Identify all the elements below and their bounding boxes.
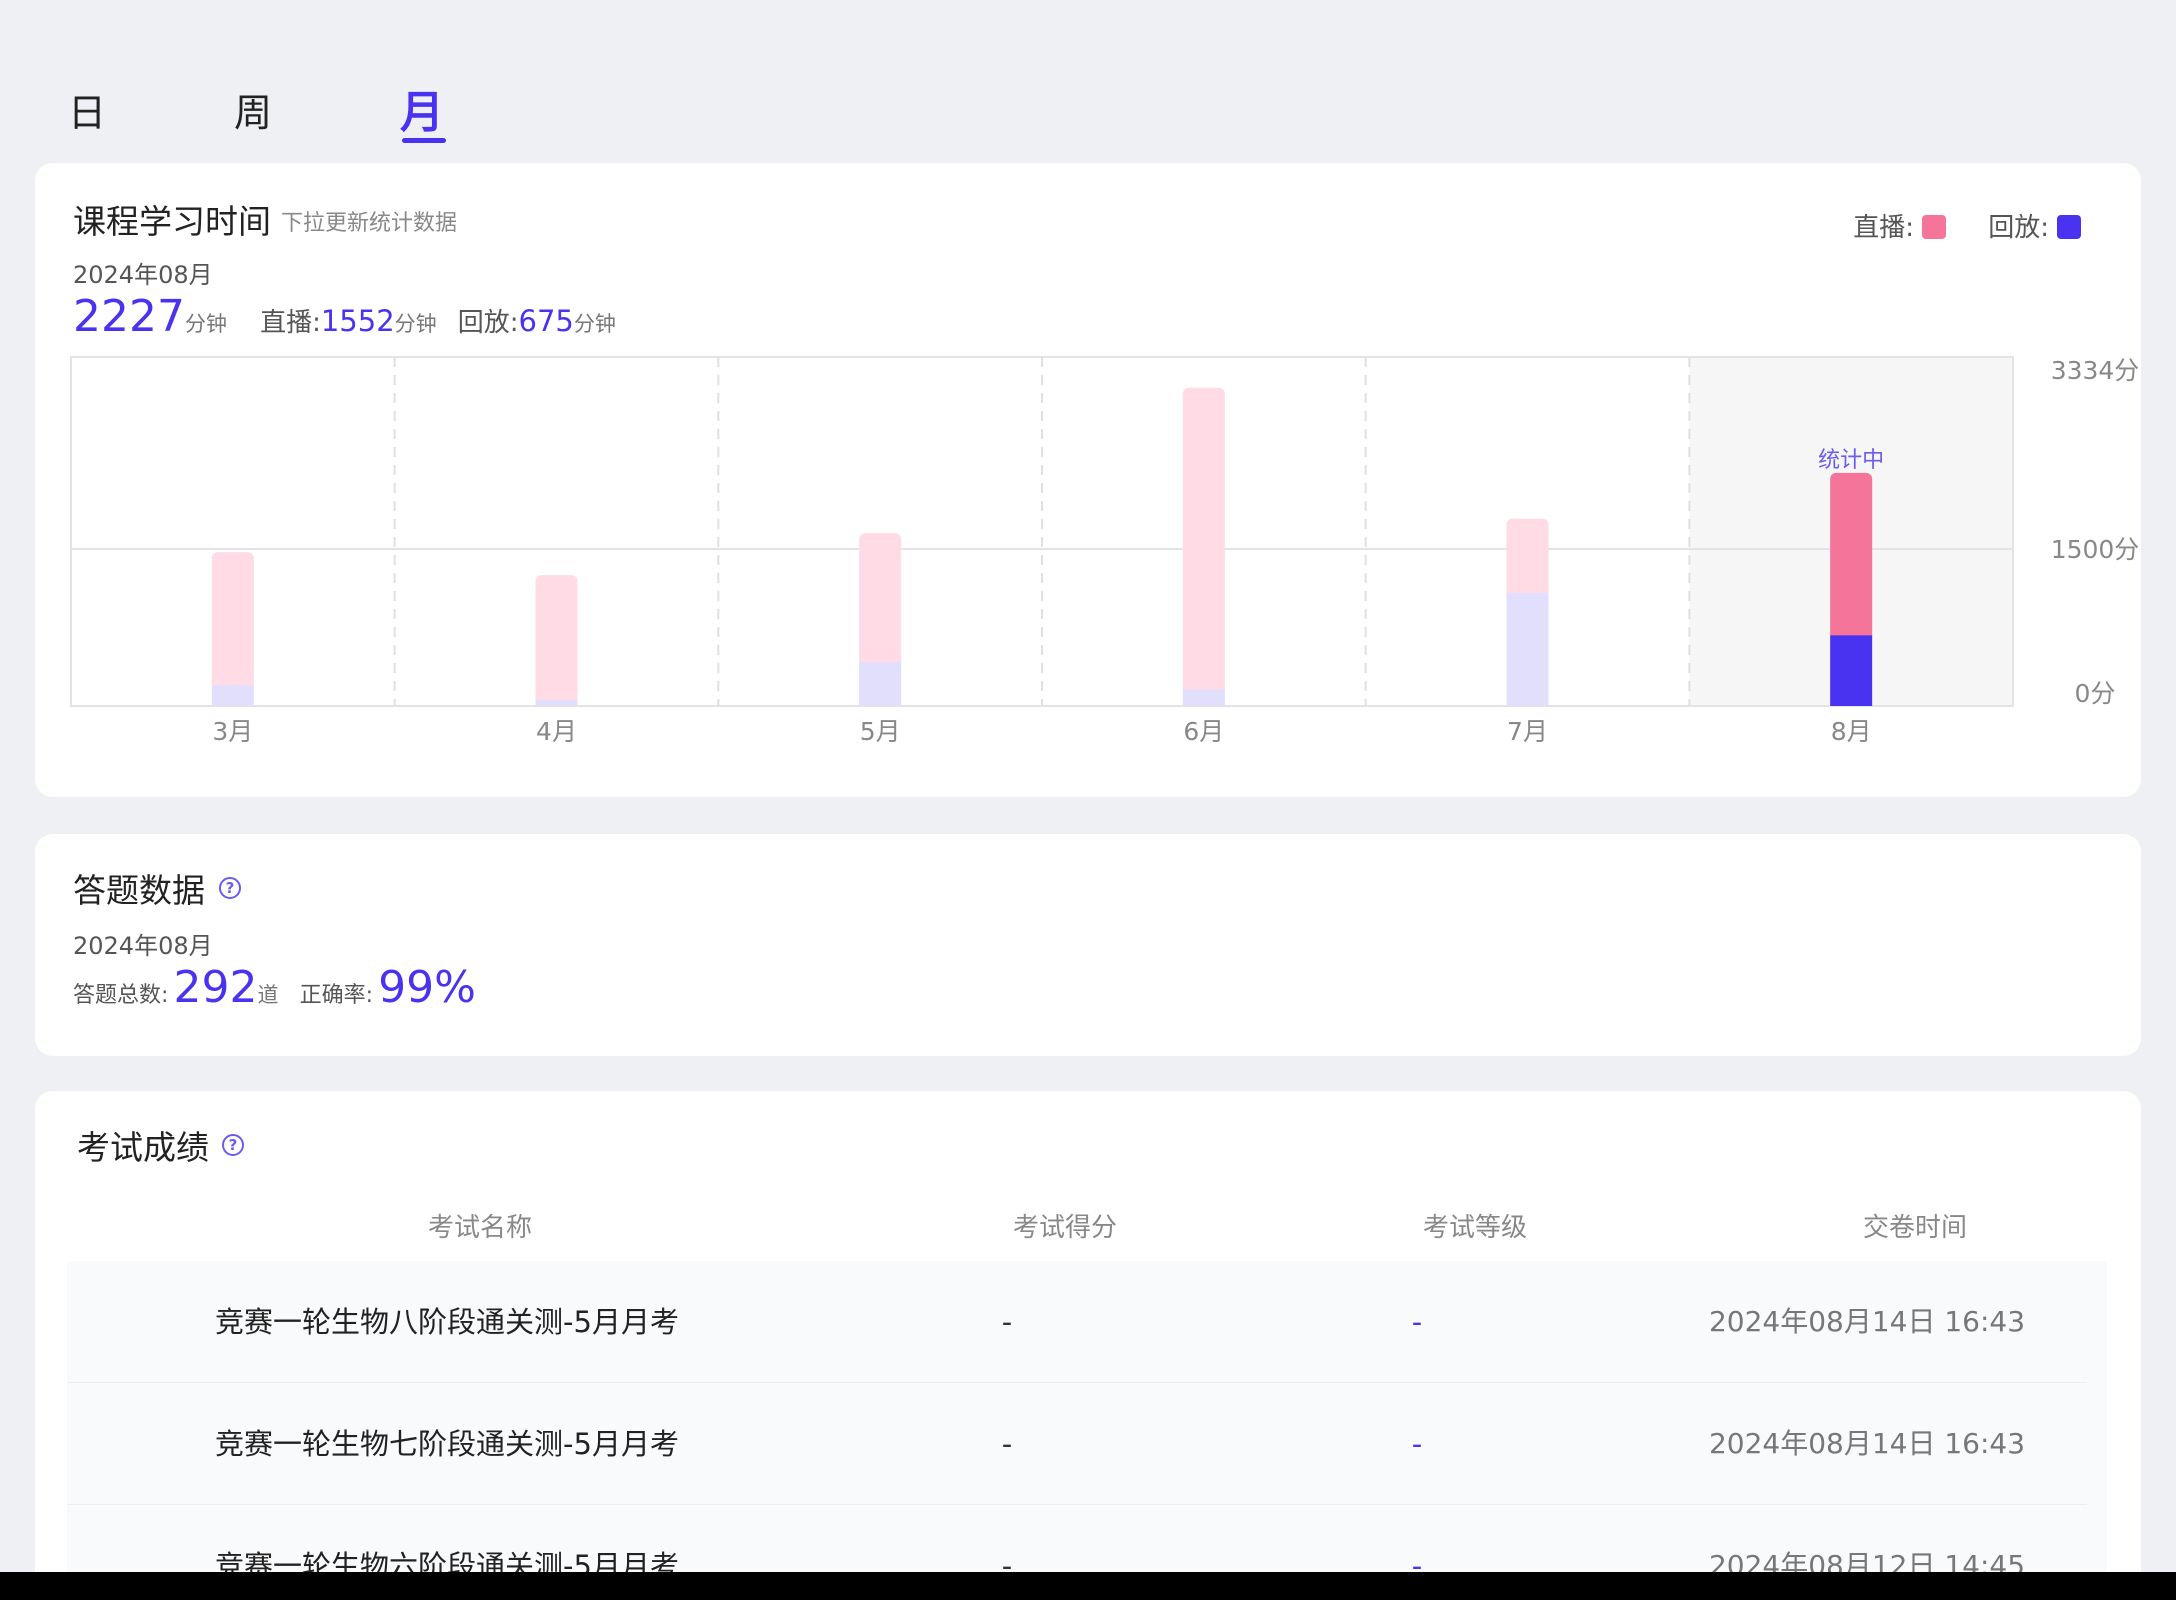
- table-row[interactable]: 竞赛一轮生物八阶段通关测-5月月考 - - 2024年08月14日 16:43: [67, 1261, 2087, 1383]
- answer-total-unit: 道: [257, 983, 279, 1007]
- question-circle-icon[interactable]: ?: [222, 1134, 244, 1156]
- exam-scores-title: 考试成绩: [77, 1128, 209, 1167]
- accuracy-value: 99%: [378, 962, 476, 1013]
- bar-live: [211, 552, 254, 692]
- answer-data-date: 2024年08月: [73, 932, 213, 960]
- exam-grade: -: [1411, 1305, 1423, 1339]
- study-time-chart: 0分 1500分 3334分 3月 4月 5月 6月 7月 8月 统计中: [70, 356, 2140, 746]
- system-bottom-bar: [0, 1572, 2176, 1600]
- accuracy-label: 正确率:: [299, 983, 374, 1008]
- bar-replay: [859, 662, 902, 706]
- header-submit-time: 交卷时间: [1862, 1213, 1967, 1243]
- x-tick-label: 5月: [860, 717, 901, 746]
- header-exam-score: 考试得分: [1012, 1213, 1117, 1243]
- exam-score: -: [1001, 1305, 1013, 1339]
- exam-grade: -: [1411, 1427, 1423, 1461]
- bar-live: [535, 575, 578, 706]
- bar-live: [859, 533, 902, 669]
- y-tick-label: 3334分: [2051, 356, 2140, 385]
- study-time-card: 课程学习时间 下拉更新统计数据 直播: 回放: 2024年08月 2227分钟 …: [35, 163, 2141, 797]
- table-row[interactable]: 竞赛一轮生物七阶段通关测-5月月考 - - 2024年08月14日 16:43: [67, 1383, 2087, 1505]
- exam-name: 竞赛一轮生物八阶段通关测-5月月考: [215, 1305, 679, 1339]
- answer-data-title: 答题数据: [73, 871, 205, 910]
- x-tick-label: 7月: [1507, 717, 1548, 746]
- question-circle-icon[interactable]: ?: [219, 877, 241, 899]
- bar-live: [1506, 518, 1549, 599]
- header-exam-name: 考试名称: [427, 1213, 532, 1243]
- tab-month[interactable]: 月: [400, 76, 444, 140]
- exam-submit-time: 2024年08月14日 16:43: [1708, 1427, 2026, 1460]
- x-tick-label: 6月: [1183, 717, 1224, 746]
- bar-replay: [535, 699, 578, 706]
- exam-table: 竞赛一轮生物八阶段通关测-5月月考 - - 2024年08月14日 16:43 …: [67, 1261, 2107, 1600]
- in-progress-label: 统计中: [1818, 448, 1884, 473]
- bar-replay: [211, 685, 254, 706]
- bar-replay: [1182, 689, 1225, 706]
- exam-score: -: [1001, 1427, 1013, 1461]
- answer-data-card: 答题数据 ? 2024年08月 答题总数: 292道 正确率: 99%: [35, 834, 2141, 1056]
- period-tabs: 日 周 月: [0, 70, 600, 150]
- y-tick-label: 0分: [2075, 679, 2116, 708]
- bar-live: [1830, 472, 1873, 642]
- tab-active-indicator: [402, 138, 446, 143]
- tab-week[interactable]: 周: [234, 82, 272, 137]
- header-exam-grade: 考试等级: [1422, 1213, 1527, 1243]
- bar-replay: [1506, 592, 1549, 706]
- exam-scores-card: 考试成绩 ? 考试名称 考试得分 考试等级 交卷时间 竞赛一轮生物八阶段通关测-…: [35, 1091, 2141, 1600]
- tab-day[interactable]: 日: [68, 82, 106, 137]
- x-tick-label: 4月: [536, 717, 577, 746]
- answer-total-value: 292: [173, 962, 258, 1013]
- x-tick-label: 3月: [212, 717, 253, 746]
- x-tick-label: 8月: [1831, 717, 1872, 746]
- bar-replay: [1830, 635, 1873, 706]
- y-tick-label: 1500分: [2051, 535, 2140, 564]
- exam-submit-time: 2024年08月14日 16:43: [1708, 1305, 2026, 1338]
- bar-live: [1182, 387, 1225, 696]
- answer-total-label: 答题总数:: [73, 983, 169, 1008]
- answer-stats: 答题总数: 292道 正确率: 99%: [73, 962, 476, 1013]
- exam-name: 竞赛一轮生物七阶段通关测-5月月考: [215, 1427, 679, 1461]
